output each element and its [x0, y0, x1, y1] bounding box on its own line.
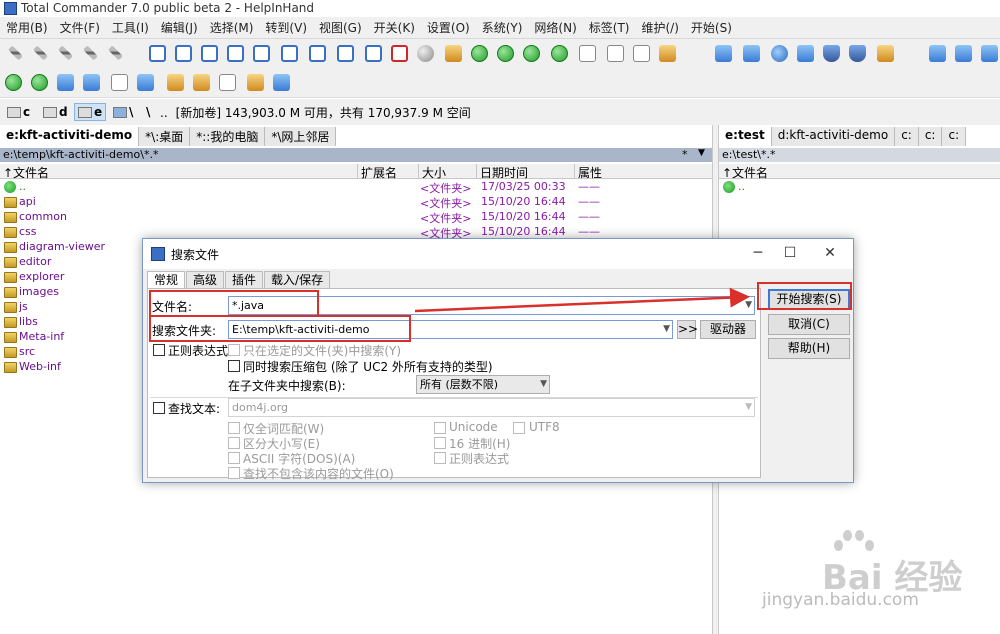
baidu-watermark: Bai 经验 jingyan.baidu.com — [762, 528, 992, 618]
watermark-url: jingyan.baidu.com — [762, 590, 919, 610]
